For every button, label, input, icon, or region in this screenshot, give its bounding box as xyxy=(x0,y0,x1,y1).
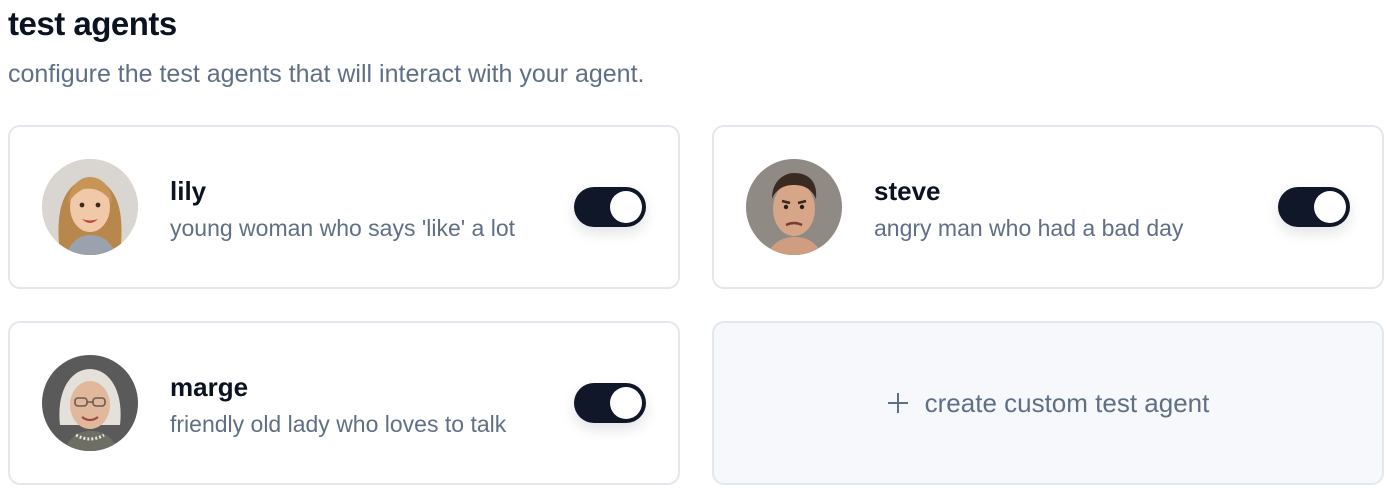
toggle-knob xyxy=(610,191,642,223)
page-subtitle: configure the test agents that will inte… xyxy=(8,60,645,88)
agent-enabled-toggle[interactable] xyxy=(1278,187,1350,227)
create-custom-agent-content: create custom test agent xyxy=(887,387,1210,419)
create-custom-agent-label: create custom test agent xyxy=(924,388,1210,418)
agent-description: friendly old lady who loves to talk xyxy=(170,411,507,437)
toggle-knob xyxy=(1314,191,1346,223)
test-agents-panel: test agents configure the test agents th… xyxy=(0,0,1396,498)
agent-name: marge xyxy=(170,372,249,402)
agent-card-lily: lily young woman who says 'like' a lot xyxy=(8,125,680,289)
agent-enabled-toggle[interactable] xyxy=(574,187,646,227)
plus-icon xyxy=(887,393,908,413)
agent-enabled-toggle[interactable] xyxy=(574,383,646,423)
avatar xyxy=(42,355,138,451)
agent-description: angry man who had a bad day xyxy=(874,215,1184,241)
avatar-image-marge xyxy=(42,355,138,451)
avatar-image-lily xyxy=(42,159,138,255)
agent-name: steve xyxy=(874,176,941,206)
toggle-knob xyxy=(610,387,642,419)
agent-description: young woman who says 'like' a lot xyxy=(170,215,516,241)
agent-name: lily xyxy=(170,176,207,206)
page-title: test agents xyxy=(8,5,177,42)
agent-card-marge: marge friendly old lady who loves to tal… xyxy=(8,321,680,485)
avatar-image-steve xyxy=(746,159,842,255)
avatar xyxy=(746,159,842,255)
agent-card-steve: steve angry man who had a bad day xyxy=(712,125,1384,289)
create-custom-agent-button[interactable]: create custom test agent xyxy=(712,321,1384,485)
avatar xyxy=(42,159,138,255)
